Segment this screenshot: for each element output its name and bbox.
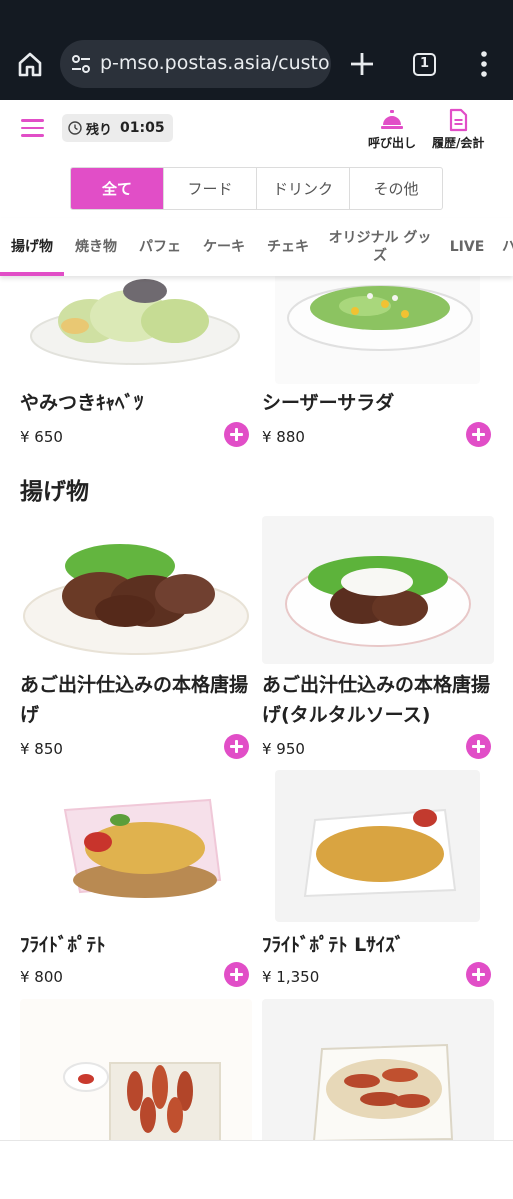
add-to-cart-button[interactable] [466,422,491,447]
item-name: シーザーサラダ [262,392,395,414]
tab-switcher-button[interactable]: 1 [413,53,436,76]
add-to-cart-button[interactable] [224,734,249,759]
item-image-french-fries-large[interactable] [275,770,480,922]
item-price: ¥ 1,350 [262,968,320,986]
bell-icon [381,110,403,129]
add-to-cart-button[interactable] [224,422,249,447]
receipt-icon [450,108,468,132]
item-name: ﾌﾗｲﾄﾞﾎﾟﾃﾄ [20,934,106,956]
tab-cheki[interactable]: チェキ [259,218,317,276]
item-price: ¥ 950 [262,740,305,758]
timer-value: 01:05 [120,120,165,136]
active-tab-indicator [0,272,64,276]
timer-label: 残り [86,122,113,138]
segment-all[interactable]: 全て [71,168,164,209]
call-staff-label: 呼び出し [368,136,417,150]
add-to-cart-button[interactable] [224,962,249,987]
clock-icon [68,121,82,135]
browser-toolbar: p-mso.postas.asia/customer 1 [0,0,513,100]
site-settings-icon[interactable] [70,53,92,75]
call-staff-button[interactable]: 呼び出し [368,108,416,151]
segment-other[interactable]: その他 [350,168,442,209]
segment-drink[interactable]: ドリンク [257,168,350,209]
item-name: あご出汁仕込みの本格唐揚げ(タルタルソース) [262,674,491,726]
item-name: やみつきｷｬﾍﾞﾂ [20,392,144,414]
section-title: 揚げ物 [20,479,89,505]
item-price: ¥ 850 [20,740,63,758]
item-image-french-fries[interactable] [20,770,252,922]
tab-parfait[interactable]: パフェ [131,218,189,276]
new-tab-icon[interactable] [348,50,376,78]
item-price: ¥ 650 [20,428,63,446]
segment-food[interactable]: フード [164,168,257,209]
item-image-karaage[interactable] [20,516,252,664]
item-name: ﾌﾗｲﾄﾞﾎﾟﾃﾄ Lｻｲｽﾞ [262,934,405,956]
tab-live[interactable]: LIVE [440,218,494,276]
category-tab-bar: 揚げ物 焼き物 パフェ ケーキ チェキ オリジナル グッズ LIVE ハ [0,218,513,276]
home-icon[interactable] [14,48,46,80]
url-text: p-mso.postas.asia/customer [100,52,331,74]
item-image-sausage-basket[interactable] [262,999,494,1140]
hamburger-menu-icon[interactable] [21,119,44,137]
add-to-cart-button[interactable] [466,734,491,759]
tab-grilled[interactable]: 焼き物 [66,218,126,276]
item-name: あご出汁仕込みの本格唐揚げ [20,674,249,726]
address-bar[interactable]: p-mso.postas.asia/customer [60,40,331,88]
tab-partial[interactable]: ハ [502,218,513,276]
history-label: 履歴/会計 [432,136,485,150]
item-image-cabbage[interactable] [20,276,250,384]
tab-original-goods[interactable]: オリジナル グッズ [328,218,432,276]
tab-cake[interactable]: ケーキ [195,218,253,276]
menu-list: やみつきｷｬﾍﾞﾂ ¥ 650 シーザーサラダ ¥ 880 揚げ物 あご出汁仕込… [0,276,513,1140]
item-price: ¥ 800 [20,968,63,986]
add-to-cart-button[interactable] [466,962,491,987]
item-image-karaage-tartar[interactable] [262,516,494,664]
item-image-caesar-salad[interactable] [275,276,480,384]
bottom-area [0,1140,513,1199]
item-image-sausage[interactable] [20,999,252,1140]
item-price: ¥ 880 [262,428,305,446]
category-filter-segment: 全て フード ドリンク その他 [70,167,443,210]
history-button[interactable]: 履歴/会計 [432,108,484,151]
tab-fried[interactable]: 揚げ物 [0,218,64,276]
remaining-time-badge: 残り 01:05 [62,114,173,142]
more-options-icon[interactable] [478,50,490,78]
